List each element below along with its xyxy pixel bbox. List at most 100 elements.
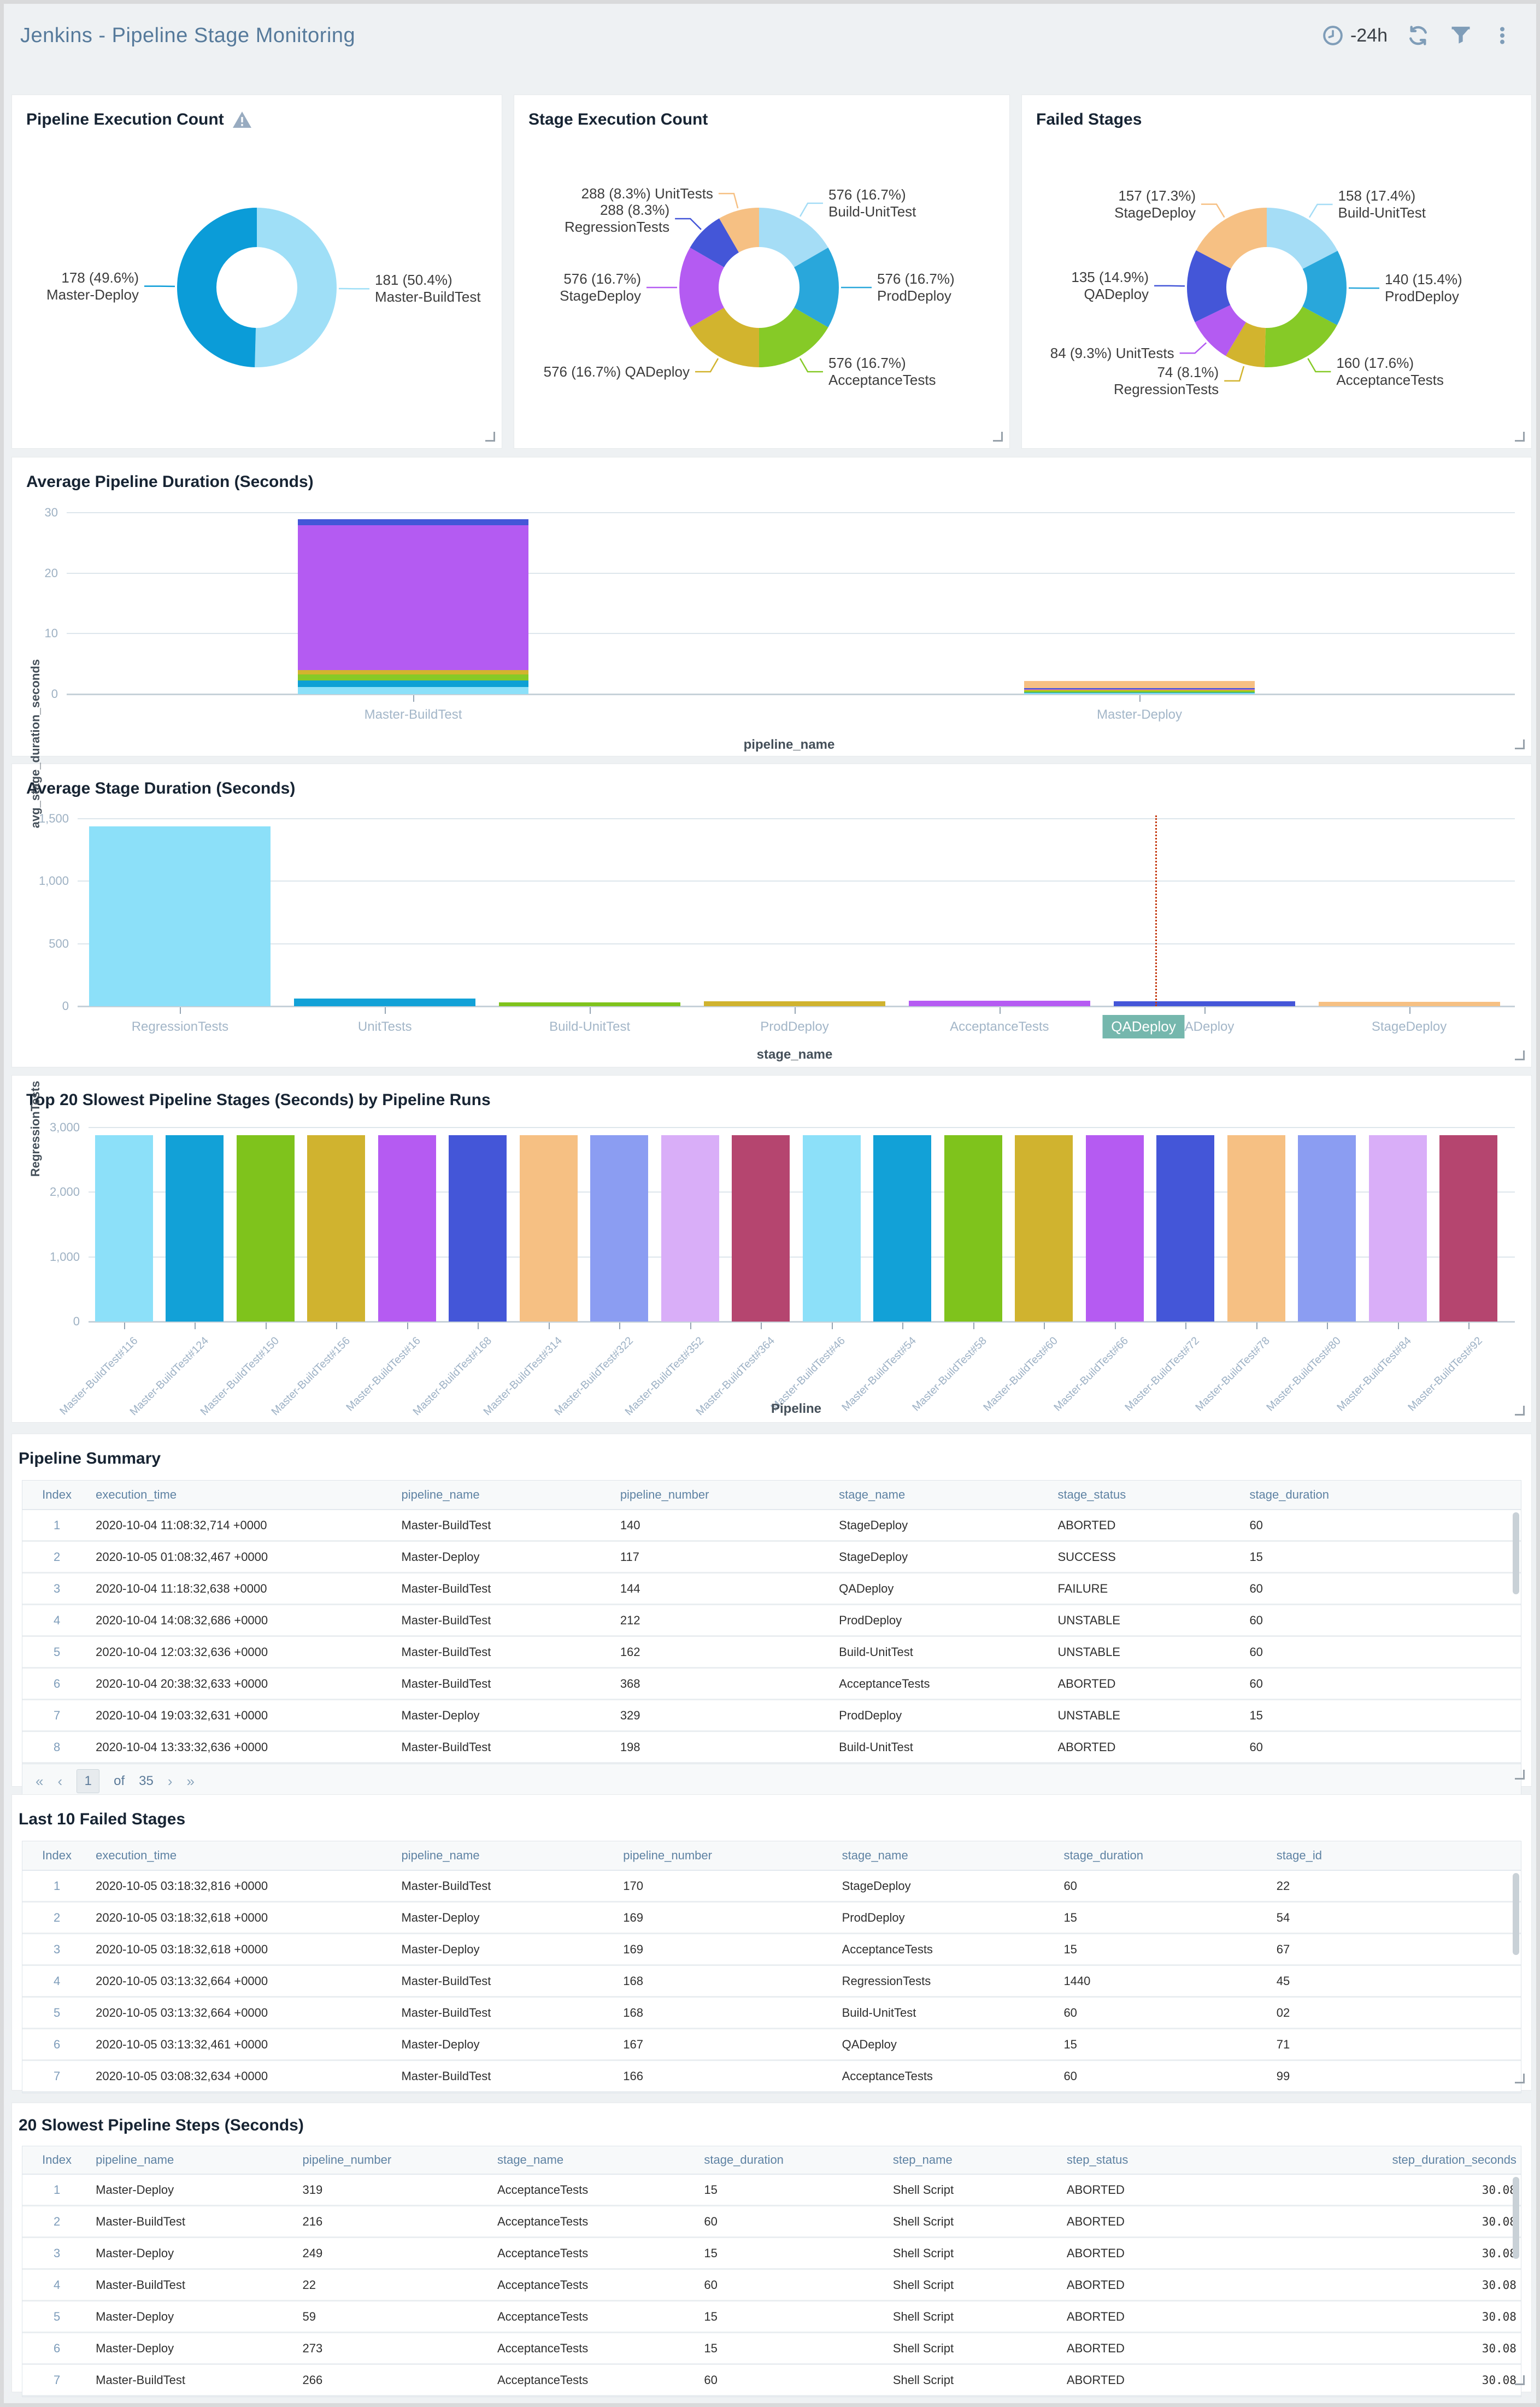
bar[interactable] [166,1135,224,1322]
resize-handle-icon[interactable] [1515,1770,1525,1780]
bar[interactable] [237,1135,295,1322]
bar-segment[interactable] [1024,691,1255,692]
resize-handle-icon[interactable] [1515,739,1525,749]
bar[interactable] [1156,1135,1214,1322]
pagination-current-page[interactable]: 1 [77,1769,99,1793]
bar[interactable] [704,1001,885,1006]
bar[interactable] [590,1135,648,1322]
table-row[interactable]: 2Master-BuildTest216AcceptanceTests60She… [22,2206,1521,2238]
bar-segment[interactable] [298,670,528,674]
bar-segment[interactable] [1024,693,1255,694]
column-header[interactable]: stage_duration [1245,1488,1521,1502]
table-row[interactable]: 22020-10-05 01:08:32,467 +0000Master-Dep… [22,1542,1521,1574]
table-row[interactable]: 62020-10-04 20:38:32,633 +0000Master-Bui… [22,1669,1521,1700]
bar[interactable] [1086,1135,1144,1322]
bar-segment[interactable] [1024,689,1255,690]
pagination-next-button[interactable]: › [168,1773,173,1790]
table-row[interactable]: 72020-10-04 19:03:32,631 +0000Master-Dep… [22,1700,1521,1732]
column-header[interactable]: step_duration_seconds [1260,2153,1521,2167]
bar[interactable] [1298,1135,1356,1322]
bar[interactable] [909,1001,1090,1006]
table-row[interactable]: 4Master-BuildTest22AcceptanceTests60Shel… [22,2270,1521,2302]
pagination-first-button[interactable]: « [36,1773,43,1790]
table-row[interactable]: 62020-10-05 03:13:32,461 +0000Master-Dep… [22,2029,1521,2061]
column-header[interactable]: step_name [889,2153,1062,2167]
column-header[interactable]: pipeline_name [397,1488,615,1502]
column-header[interactable]: pipeline_name [91,2153,298,2167]
kebab-menu-icon[interactable] [1491,25,1513,46]
bar-segment[interactable] [1024,688,1255,689]
resize-handle-icon[interactable] [1515,1406,1525,1416]
bar[interactable] [1439,1135,1497,1322]
column-header[interactable]: Index [22,1488,91,1502]
bar[interactable] [1015,1135,1073,1322]
table-scrollbar[interactable] [1513,2177,1519,2259]
table-scrollbar[interactable] [1513,1873,1519,1955]
resize-handle-icon[interactable] [1515,2375,1525,2385]
column-header[interactable]: pipeline_number [619,1848,837,1863]
bar[interactable] [1227,1135,1285,1322]
column-header[interactable]: stage_duration [700,2153,888,2167]
table-row[interactable]: 52020-10-04 12:03:32,636 +0000Master-Bui… [22,1637,1521,1669]
table-row[interactable]: 52020-10-05 03:13:32,664 +0000Master-Bui… [22,1998,1521,2029]
table-row[interactable]: 72020-10-05 03:08:32,634 +0000Master-Bui… [22,2061,1521,2093]
bar[interactable] [89,826,271,1006]
table-row[interactable]: 12020-10-05 03:18:32,816 +0000Master-Bui… [22,1871,1521,1903]
table-row[interactable]: 32020-10-04 11:18:32,638 +0000Master-Bui… [22,1574,1521,1605]
bar-segment[interactable] [298,674,528,680]
pie-slice[interactable] [255,208,337,367]
time-range-control[interactable]: -24h [1322,25,1388,46]
column-header[interactable]: stage_name [834,1488,1053,1502]
table-row[interactable]: 82020-10-04 13:33:32,636 +0000Master-Bui… [22,1732,1521,1764]
table-row[interactable]: 42020-10-04 14:08:32,686 +0000Master-Bui… [22,1605,1521,1637]
column-header[interactable]: stage_duration [1059,1848,1272,1863]
refresh-icon[interactable] [1406,24,1430,48]
table-row[interactable]: 7Master-BuildTest266AcceptanceTests60She… [22,2365,1521,2397]
pagination-prev-button[interactable]: ‹ [57,1773,62,1790]
pagination-last-button[interactable]: » [187,1773,195,1790]
bar[interactable] [944,1135,1002,1322]
bar[interactable] [803,1135,861,1322]
column-header[interactable]: execution_time [91,1848,397,1863]
bar[interactable] [449,1135,507,1322]
bar[interactable] [95,1135,153,1322]
bar[interactable] [873,1135,931,1322]
column-header[interactable]: pipeline_name [397,1848,619,1863]
bar[interactable] [732,1135,790,1322]
column-header[interactable]: stage_name [493,2153,700,2167]
table-row[interactable]: 1Master-Deploy319AcceptanceTests15Shell … [22,2175,1521,2206]
table-scrollbar[interactable] [1513,1512,1519,1594]
column-header[interactable]: pipeline_number [298,2153,493,2167]
resize-handle-icon[interactable] [1515,1050,1525,1060]
column-header[interactable]: Index [22,1848,91,1863]
column-header[interactable]: stage_status [1053,1488,1245,1502]
bar[interactable] [661,1135,719,1322]
column-header[interactable]: execution_time [91,1488,397,1502]
table-row[interactable]: 6Master-Deploy273AcceptanceTests15Shell … [22,2333,1521,2365]
bar[interactable] [378,1135,436,1322]
filter-icon[interactable] [1449,24,1473,48]
column-header[interactable]: stage_name [838,1848,1060,1863]
column-header[interactable]: pipeline_number [616,1488,834,1502]
bar-segment[interactable] [1024,692,1255,694]
resize-handle-icon[interactable] [1515,2074,1525,2083]
bar[interactable] [499,1002,680,1006]
bar[interactable] [307,1135,365,1322]
bar-segment[interactable] [298,687,528,694]
table-row[interactable]: 22020-10-05 03:18:32,618 +0000Master-Dep… [22,1903,1521,1934]
bar-segment[interactable] [1024,689,1255,691]
column-header[interactable]: Index [22,2153,91,2167]
bar[interactable] [294,999,475,1006]
bar[interactable] [1114,1001,1295,1006]
bar-segment[interactable] [298,680,528,687]
table-row[interactable]: 42020-10-05 03:13:32,664 +0000Master-Bui… [22,1966,1521,1998]
bar[interactable] [520,1135,578,1322]
table-row[interactable]: 12020-10-04 11:08:32,714 +0000Master-Bui… [22,1510,1521,1542]
column-header[interactable]: stage_id [1272,1848,1521,1863]
table-row[interactable]: 3Master-Deploy249AcceptanceTests15Shell … [22,2238,1521,2270]
bar-segment[interactable] [1024,681,1255,688]
column-header[interactable]: step_status [1062,2153,1260,2167]
bar-segment[interactable] [298,525,528,670]
table-row[interactable]: 32020-10-05 03:18:32,618 +0000Master-Dep… [22,1934,1521,1966]
pie-slice[interactable] [177,208,257,367]
